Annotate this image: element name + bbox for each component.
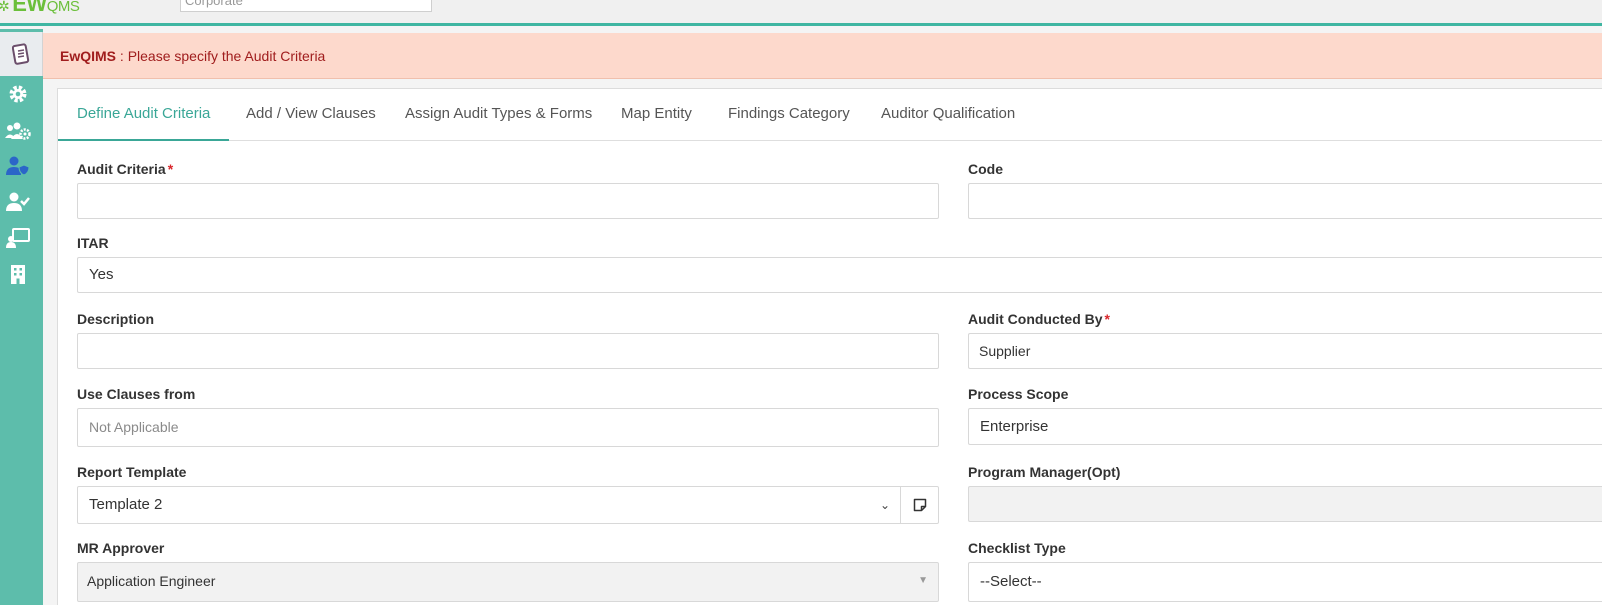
logo-text: EW <box>12 0 47 16</box>
use-clauses-from-select[interactable]: Not Applicable <box>77 408 939 447</box>
audit-criteria-label: Audit Criteria * <box>77 161 174 177</box>
code-input[interactable] <box>968 183 1602 219</box>
sidebar <box>0 29 43 605</box>
mr-approver-selected-value: Application Engineer <box>87 573 216 589</box>
alert-message: Please specify the Audit Criteria <box>127 48 326 64</box>
code-label: Code <box>968 161 1003 177</box>
sidebar-item-user-approval[interactable] <box>0 189 36 215</box>
clipboard-icon <box>12 43 30 65</box>
chalkboard-user-icon <box>6 228 30 248</box>
program-manager-input[interactable] <box>968 486 1602 522</box>
required-marker: * <box>1104 311 1110 327</box>
caret-down-icon: ▼ <box>918 575 928 586</box>
report-template-label: Report Template <box>77 464 187 480</box>
tab-bar: Define Audit Criteria Add / View Clauses… <box>58 89 1602 141</box>
gear-icon <box>9 85 27 103</box>
logo-mark-icon: ✲ <box>0 0 10 14</box>
sidebar-item-settings[interactable] <box>0 81 36 107</box>
logo-text-small: QMS <box>46 0 80 15</box>
audit-conducted-by-select[interactable]: Supplier <box>968 333 1602 369</box>
top-bar: ✲EWQMS Corporate <box>0 0 1602 26</box>
checklist-type-label: Checklist Type <box>968 540 1066 556</box>
tab-assign-audit-types-forms[interactable]: Assign Audit Types & Forms <box>405 89 592 141</box>
mr-approver-label: MR Approver <box>77 540 165 556</box>
sidebar-item-training[interactable] <box>0 225 36 251</box>
tab-define-audit-criteria[interactable]: Define Audit Criteria <box>58 89 230 141</box>
users-gear-icon <box>5 122 31 140</box>
audit-criteria-input[interactable] <box>77 183 939 219</box>
app-logo[interactable]: ✲EWQMS <box>0 0 80 17</box>
building-icon <box>11 265 25 284</box>
process-scope-select[interactable]: Enterprise <box>968 408 1602 445</box>
checklist-type-select[interactable]: --Select-- <box>968 562 1602 602</box>
report-template-select[interactable]: Template 2 ⌄ <box>77 486 901 524</box>
validation-alert: EwQIMS : Please specify the Audit Criter… <box>43 33 1602 79</box>
alert-separator: : <box>116 48 128 64</box>
mr-approver-select[interactable]: Application Engineer ▼ <box>77 562 939 602</box>
chevron-down-icon: ⌄ <box>879 498 890 512</box>
report-template-preview-button[interactable] <box>900 486 939 524</box>
itar-label: ITAR <box>77 235 109 251</box>
description-label: Description <box>77 311 155 327</box>
sticky-note-icon <box>913 498 926 512</box>
process-scope-label: Process Scope <box>968 386 1069 402</box>
organization-select[interactable]: Corporate <box>180 0 432 12</box>
sidebar-item-organization[interactable] <box>0 261 36 287</box>
description-input[interactable] <box>77 333 939 369</box>
tab-add-view-clauses[interactable]: Add / View Clauses <box>246 89 376 141</box>
user-shield-icon <box>6 156 30 176</box>
tab-auditor-qualification[interactable]: Auditor Qualification <box>881 89 1015 141</box>
audit-conducted-by-label: Audit Conducted By * <box>968 311 1110 327</box>
alert-app-name: EwQIMS <box>60 48 117 64</box>
sidebar-item-audit[interactable] <box>0 32 43 76</box>
program-manager-label: Program Manager(Opt) <box>968 464 1121 480</box>
sidebar-item-user-security[interactable] <box>0 153 36 179</box>
tab-findings-category[interactable]: Findings Category <box>728 89 850 141</box>
use-clauses-from-label: Use Clauses from <box>77 386 196 402</box>
user-check-icon <box>6 192 30 211</box>
tab-map-entity[interactable]: Map Entity <box>621 89 692 141</box>
report-template-selected-value: Template 2 <box>89 496 163 513</box>
itar-selected-value: Yes <box>89 266 114 283</box>
audit-criteria-card: Define Audit Criteria Add / View Clauses… <box>57 88 1602 605</box>
sidebar-item-groups[interactable] <box>0 118 36 144</box>
itar-select[interactable]: Yes <box>77 257 1602 293</box>
required-marker: * <box>167 161 174 177</box>
